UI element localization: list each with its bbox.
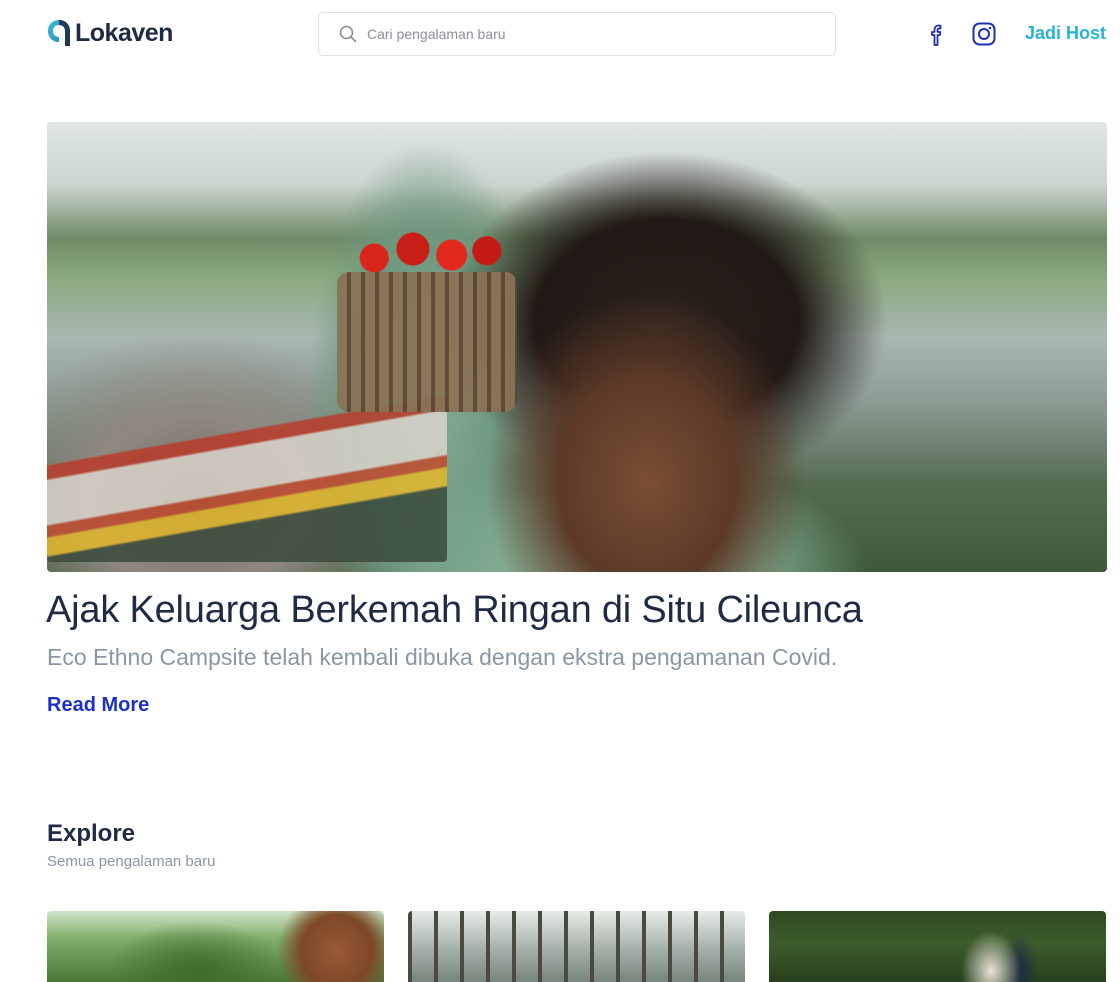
brand-name: Lokaven [75, 18, 173, 47]
facebook-icon[interactable] [924, 21, 948, 47]
instagram-icon[interactable] [971, 21, 997, 47]
search-input[interactable] [367, 26, 807, 42]
become-host-link[interactable]: Jadi Host [1025, 23, 1106, 44]
experience-card-image[interactable] [769, 911, 1106, 982]
experience-card-image[interactable] [47, 911, 384, 982]
logo-icon [48, 20, 70, 46]
boat-shape [47, 392, 447, 562]
experience-card-image[interactable] [408, 911, 745, 982]
explore-heading: Explore [47, 820, 136, 847]
search-bar[interactable] [318, 12, 836, 56]
brand-logo[interactable]: Lokaven [47, 18, 173, 48]
search-icon [339, 25, 357, 43]
basket-shape [337, 272, 517, 412]
explore-subheading: Semua pengalaman baru [47, 853, 216, 870]
hero-title[interactable]: Ajak Keluarga Berkemah Ringan di Situ Ci… [46, 589, 863, 632]
read-more-link[interactable]: Read More [47, 694, 149, 717]
top-header: Lokaven Jadi Host [0, 0, 1120, 70]
hero-image[interactable] [47, 122, 1107, 572]
hero-subtitle: Eco Ethno Campsite telah kembali dibuka … [47, 644, 838, 670]
